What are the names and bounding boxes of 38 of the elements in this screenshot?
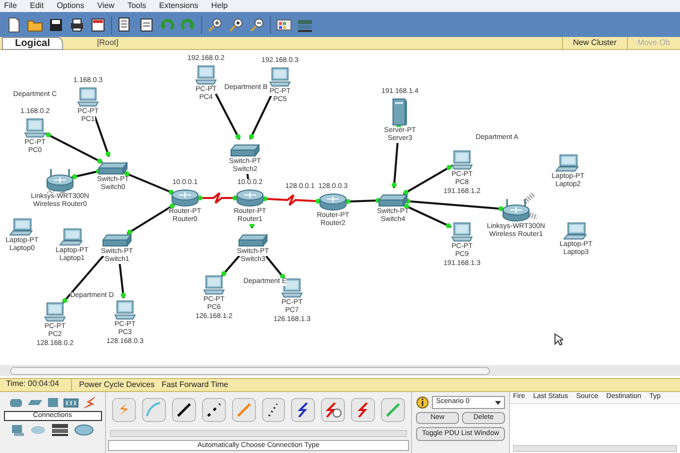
horizontal-scrollbar[interactable] bbox=[10, 366, 490, 374]
printer-icon[interactable] bbox=[69, 16, 85, 32]
save-icon[interactable] bbox=[48, 16, 64, 32]
zoom-in-icon[interactable] bbox=[207, 16, 223, 32]
lightning-icon[interactable] bbox=[82, 396, 96, 409]
menu-item[interactable]: Options bbox=[56, 0, 84, 12]
zoom-out-icon[interactable] bbox=[249, 16, 265, 32]
zoom-reset-icon[interactable] bbox=[228, 16, 244, 32]
notepad-icon[interactable] bbox=[90, 16, 106, 32]
menu-item[interactable]: Extensions bbox=[159, 0, 198, 12]
menu-item[interactable]: File bbox=[4, 0, 17, 12]
connection-type-button[interactable] bbox=[202, 398, 226, 422]
hub-category-icon[interactable] bbox=[46, 397, 58, 408]
switch-category-icon[interactable] bbox=[26, 397, 42, 408]
horizontal-scrollbar[interactable] bbox=[110, 430, 407, 437]
rack-category-icon[interactable] bbox=[51, 423, 69, 437]
horizontal-scrollbar[interactable] bbox=[513, 445, 677, 452]
menu-item[interactable]: Edit bbox=[30, 0, 44, 12]
menu-item[interactable]: Tools bbox=[127, 0, 146, 12]
menu-item[interactable]: Help bbox=[211, 0, 228, 12]
menu-item[interactable]: View bbox=[97, 0, 114, 12]
connection-type-button[interactable] bbox=[172, 398, 196, 422]
new-file-icon[interactable] bbox=[6, 16, 22, 32]
realtime-button[interactable]: Fast Forward Time bbox=[162, 379, 228, 391]
workspace-path: [Root] bbox=[97, 37, 118, 49]
paste-icon[interactable] bbox=[138, 16, 154, 32]
end-device-category-icon[interactable] bbox=[11, 424, 25, 436]
info-icon bbox=[416, 396, 429, 409]
palette-icon[interactable] bbox=[276, 16, 292, 32]
lightning-clock-icon bbox=[323, 400, 344, 420]
connection-type-button[interactable] bbox=[321, 398, 346, 422]
router-category-icon[interactable] bbox=[8, 397, 22, 408]
logical-tab[interactable]: Logical bbox=[2, 36, 64, 50]
mouse-cursor-icon bbox=[554, 333, 563, 346]
wireless-category-icon[interactable] bbox=[62, 397, 78, 408]
realtime-button[interactable]: Power Cycle Devices bbox=[79, 379, 155, 391]
connection-type-button[interactable] bbox=[291, 398, 316, 422]
caret-icon bbox=[495, 400, 501, 404]
